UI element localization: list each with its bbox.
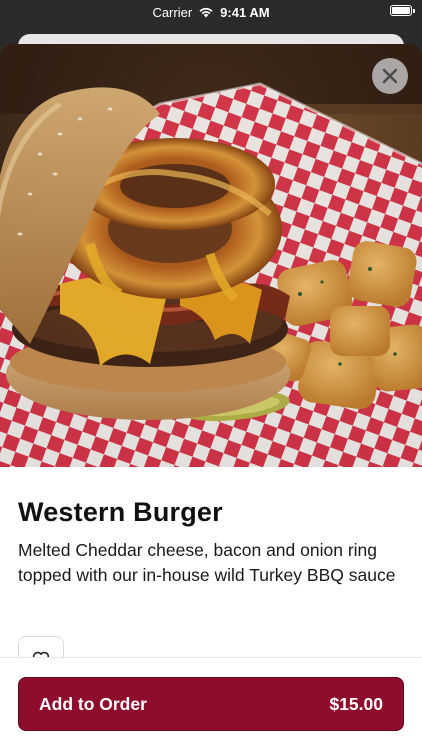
battery-fill [392,7,410,14]
price-label: $15.00 [329,693,383,714]
close-icon [382,68,398,84]
close-button[interactable] [372,58,408,94]
carrier-label: Carrier [152,4,193,20]
item-detail-modal: Western Burger Melted Cheddar cheese, ba… [0,44,422,750]
item-content: Western Burger Melted Cheddar cheese, ba… [0,467,422,588]
clock-time: 9:41 AM [220,4,270,20]
burger-photo-art [0,44,422,467]
status-bar: Carrier 9:41 AM [0,0,422,24]
wifi-icon [199,7,213,18]
add-to-order-button[interactable]: Add to Order $15.00 [18,677,404,731]
item-description: Melted Cheddar cheese, bacon and onion r… [18,540,396,585]
bottom-action-bar: Add to Order $15.00 [0,657,422,750]
add-to-order-label: Add to Order [39,693,147,714]
burger-photo [0,44,422,467]
battery-icon [390,5,415,16]
status-left: Carrier 9:41 AM [152,5,269,20]
screen: Carrier 9:41 AM Western Burger Melted Ch… [0,0,422,750]
item-title: Western Burger [18,497,223,527]
